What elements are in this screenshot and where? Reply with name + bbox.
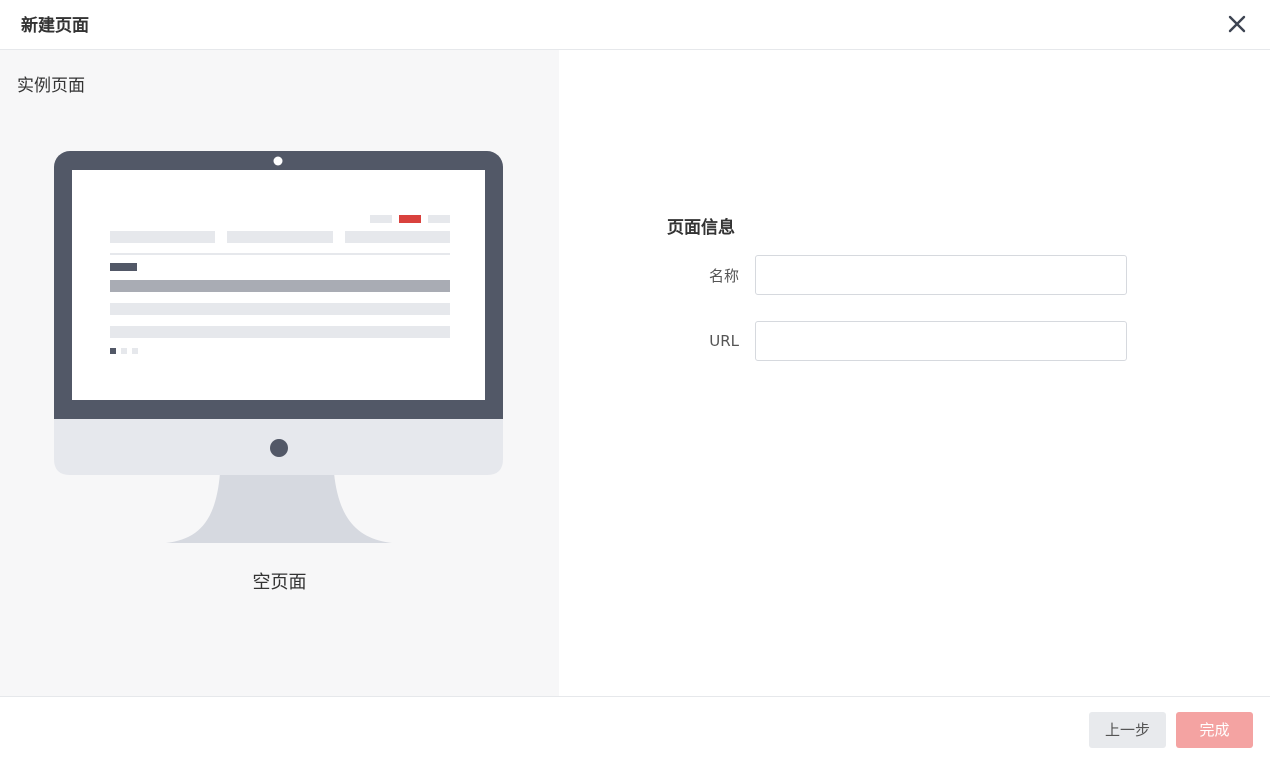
section-title: 页面信息 (667, 218, 735, 238)
close-button[interactable] (1226, 13, 1248, 35)
template-label: 空页面 (252, 572, 307, 593)
close-icon (1228, 15, 1246, 33)
template-panel-title: 实例页面 (17, 76, 85, 96)
monitor-illustration (54, 151, 503, 543)
template-panel: 实例页面 空页面 (0, 50, 559, 696)
dialog-footer: 上一步 完成 (0, 696, 1270, 757)
finish-button[interactable]: 完成 (1176, 712, 1253, 748)
page-info-panel: 页面信息 名称 URL (559, 50, 1270, 696)
url-input[interactable] (755, 321, 1127, 361)
template-card-blank[interactable] (54, 151, 504, 555)
previous-step-button[interactable]: 上一步 (1089, 712, 1166, 748)
name-label: 名称 (708, 267, 739, 285)
dialog-header: 新建页面 (0, 0, 1270, 50)
name-input[interactable] (755, 255, 1127, 295)
url-label: URL (709, 332, 739, 350)
dialog-title: 新建页面 (21, 16, 89, 36)
